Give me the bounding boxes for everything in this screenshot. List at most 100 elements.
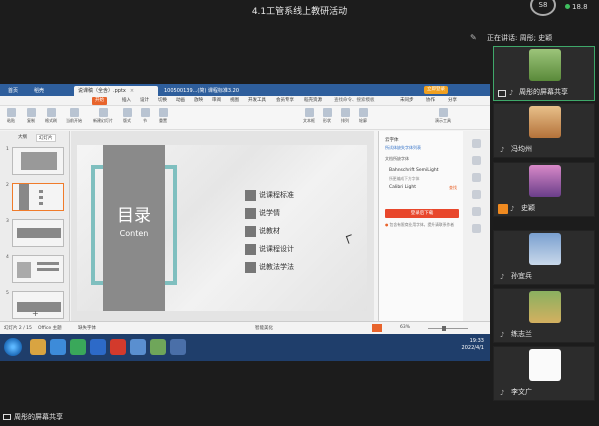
mic-icon[interactable]: ♪	[500, 389, 504, 397]
outline-icon	[358, 108, 368, 117]
shape-button[interactable]: 形状	[318, 108, 336, 124]
menu-search[interactable]: 查找命令、搜索模板	[334, 97, 375, 105]
wps-icon[interactable]	[110, 339, 126, 355]
status-bar: 幻灯片 2 / 15 Office 主题 缺失字体 智能美化 63%	[0, 321, 490, 334]
tab-slides[interactable]: 幻灯片	[36, 134, 56, 142]
tab-pptx[interactable]: 说课稿（全含）.pptx ×	[74, 86, 158, 96]
participant-card[interactable]: ♪ 冯均州	[493, 103, 595, 158]
new-slide-label: 新建幻灯片	[93, 118, 113, 123]
missing-fonts-link[interactable]: 所试体缺失字体列表	[385, 145, 421, 151]
tool-icon[interactable]	[472, 156, 481, 165]
new-slide-button[interactable]: 新建幻灯片	[90, 108, 116, 124]
play-current-button[interactable]: 当前开始	[62, 108, 86, 124]
participant-card[interactable]: ♪ 李文广	[493, 346, 595, 401]
meeting-app-icon[interactable]	[170, 339, 186, 355]
brush-icon	[46, 108, 56, 117]
beautify-button[interactable]: 智能美化	[255, 325, 273, 331]
tab-outline[interactable]: 大纲	[18, 134, 27, 140]
participant-card[interactable]: ♪ 周彤的屏幕共享	[493, 46, 595, 101]
menu-member[interactable]: 会员专享	[276, 97, 294, 105]
mic-icon[interactable]: ♪	[509, 89, 513, 97]
menu-docer-resources[interactable]: 稻壳资源	[304, 97, 322, 105]
start-button[interactable]	[4, 338, 22, 356]
thumb-number: 1	[6, 147, 9, 152]
tool-icon[interactable]	[472, 139, 481, 148]
panel-title: 云字体	[385, 138, 399, 143]
presentation-tools-button[interactable]: 演示工具	[430, 108, 456, 124]
mic-icon[interactable]: ♪	[500, 146, 504, 154]
layout-button[interactable]: 版式	[118, 108, 136, 124]
tool-icon[interactable]	[472, 224, 481, 233]
textbox-button[interactable]: 文本框	[300, 108, 318, 124]
section-button[interactable]: 节	[136, 108, 154, 124]
slide-thumbnail[interactable]	[12, 255, 64, 283]
menu-insert[interactable]: 插入	[122, 97, 131, 105]
agenda-item-label: 说学情	[259, 209, 280, 217]
explorer-icon[interactable]	[30, 339, 46, 355]
participant-card[interactable]: ♪ 孙宜兵	[493, 230, 595, 285]
menu-collab[interactable]: 协作	[426, 97, 435, 105]
participant-card[interactable]: ♪ 练志兰	[493, 288, 595, 343]
slide-thumbnail-selected[interactable]	[12, 183, 64, 211]
mic-icon[interactable]: ♪	[500, 273, 504, 281]
zoom-handle[interactable]	[442, 326, 446, 331]
gray-band	[103, 145, 165, 311]
tab-home[interactable]: 首页	[4, 86, 26, 96]
app-icon[interactable]	[90, 339, 106, 355]
missing-font-status[interactable]: 缺失字体	[78, 325, 96, 331]
thumb-number: 2	[6, 183, 9, 188]
paste-button[interactable]: 粘贴	[2, 108, 20, 124]
login-download-button[interactable]: 登录后下载	[385, 209, 459, 218]
tab-docer[interactable]: 稻壳	[30, 86, 56, 96]
outline-button[interactable]: 轮廓	[354, 108, 372, 124]
shared-screen[interactable]: 首页 稻壳 说课稿（全含）.pptx × 100500139...(简) 课程标准…	[0, 84, 490, 361]
add-slide-icon[interactable]: +	[32, 309, 39, 318]
menu-review[interactable]: 审阅	[212, 97, 221, 105]
thumb-graphic	[37, 268, 59, 271]
system-clock: 19:33 2022/4/1	[462, 338, 484, 352]
tool-icon[interactable]	[472, 207, 481, 216]
zoom-slider[interactable]	[428, 328, 468, 329]
browser-icon[interactable]	[50, 339, 66, 355]
thumb-graphic	[39, 202, 43, 205]
menu-transition[interactable]: 切换	[158, 97, 167, 105]
play-slideshow-icon[interactable]	[372, 324, 382, 332]
mic-icon[interactable]: ♪	[500, 331, 504, 339]
tool-icon[interactable]	[472, 190, 481, 199]
menu-slideshow[interactable]: 放映	[194, 97, 203, 105]
reset-button[interactable]: 重置	[154, 108, 172, 124]
close-icon[interactable]: ×	[130, 88, 134, 94]
participant-card[interactable]: ♪ 史颖	[493, 162, 595, 217]
slide-thumbnail[interactable]	[12, 147, 64, 175]
arrange-button[interactable]: 排列	[336, 108, 354, 124]
participant-name: 周彤的屏幕共享	[519, 88, 568, 96]
format-painter-label: 格式刷	[45, 118, 57, 123]
login-button[interactable]: 立即登录	[424, 86, 448, 94]
participant-avatar	[529, 349, 561, 381]
participant-name: 孙宜兵	[511, 272, 532, 280]
app-icon[interactable]	[70, 339, 86, 355]
mic-icon[interactable]: ♪	[510, 205, 514, 213]
copy-button[interactable]: 复制	[22, 108, 40, 124]
menu-animation[interactable]: 动画	[176, 97, 185, 105]
format-painter-button[interactable]: 格式刷	[42, 108, 60, 124]
menu-unsynced[interactable]: 未同步	[400, 97, 414, 105]
tool-icon[interactable]	[472, 173, 481, 182]
app-icon[interactable]	[130, 339, 146, 355]
warning-text: ● 包含有限商业用字体，提升请联系作者	[385, 222, 454, 228]
clock-date: 2022/4/1	[461, 345, 484, 351]
app-icon[interactable]	[150, 339, 166, 355]
tab-curriculum[interactable]: 100500139...(简) 课程标准3.20	[160, 86, 250, 96]
slide-thumbnail[interactable]	[12, 219, 64, 247]
menu-view[interactable]: 视图	[230, 97, 239, 105]
menu-start[interactable]: 开始	[92, 97, 107, 105]
layout-label: 版式	[123, 118, 131, 123]
thumb-graphic	[39, 190, 43, 193]
menu-share[interactable]: 分享	[448, 97, 457, 105]
menu-design[interactable]: 设计	[140, 97, 149, 105]
find-font-link[interactable]: 查找	[449, 185, 457, 191]
menu-developer[interactable]: 开发工具	[248, 97, 266, 105]
warning-label: 包含有限商业用字体，提升请联系作者	[389, 222, 455, 227]
slide-canvas[interactable]: 目录 Conten 说课程标准 说学情 说教材 说课程设计 说教法学法	[71, 131, 374, 352]
menu-bar: 开始 插入 设计 切换 动画 放映 审阅 视图 开发工具 会员专享 稻壳资源 查…	[0, 96, 490, 106]
